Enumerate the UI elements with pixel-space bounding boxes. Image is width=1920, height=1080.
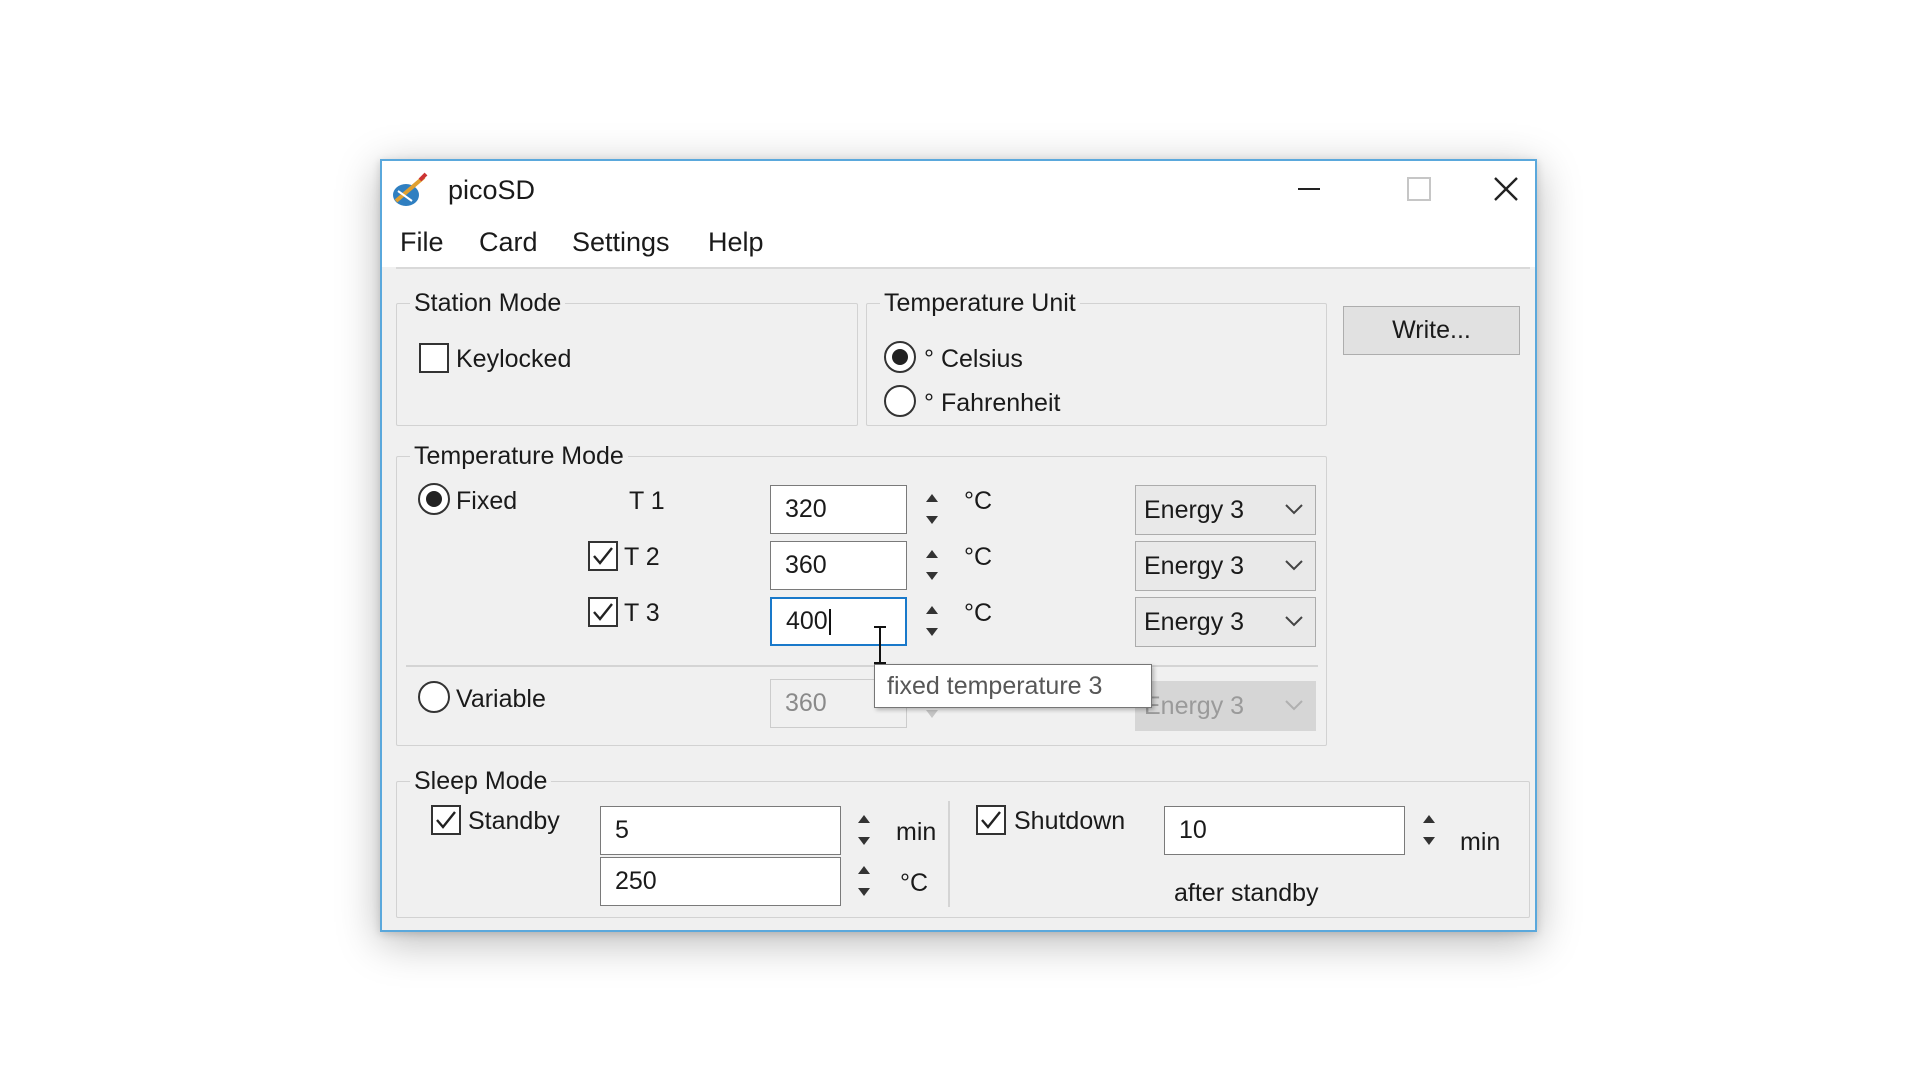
checkmark-icon: [436, 811, 456, 829]
t2-unit: °C: [964, 543, 993, 571]
spin-down-icon[interactable]: [847, 881, 881, 903]
spin-up-icon[interactable]: [915, 487, 949, 509]
after-standby-label: after standby: [1174, 879, 1319, 907]
spin-up-icon[interactable]: [1412, 808, 1446, 830]
t2-energy-select[interactable]: Energy 3: [1135, 541, 1316, 591]
write-button[interactable]: Write...: [1343, 306, 1520, 355]
keylocked-label: Keylocked: [456, 345, 572, 373]
station-mode-label: Station Mode: [410, 289, 566, 318]
picosd-window: picoSD File Card Settings Help Station M…: [380, 159, 1537, 932]
t2-checkbox[interactable]: [588, 541, 618, 571]
t3-energy-select[interactable]: Energy 3: [1135, 597, 1316, 647]
t3-energy-value: Energy 3: [1144, 607, 1245, 636]
close-icon: [1493, 177, 1518, 201]
spin-up-icon[interactable]: [915, 599, 949, 621]
mode-separator: [406, 665, 1318, 667]
t3-checkbox[interactable]: [588, 597, 618, 627]
checkmark-icon: [593, 603, 613, 621]
temperature-mode-label: Temperature Mode: [410, 442, 628, 471]
t1-label: T 1: [629, 487, 665, 515]
menu-settings[interactable]: Settings: [572, 227, 670, 258]
t3-temperature-value: 400: [786, 607, 828, 635]
menu-divider: [396, 267, 1530, 269]
t1-energy-select[interactable]: Energy 3: [1135, 485, 1316, 535]
app-icon: [390, 171, 430, 211]
menu-help[interactable]: Help: [708, 227, 764, 258]
spin-down-icon[interactable]: [847, 830, 881, 852]
shutdown-label: Shutdown: [1014, 807, 1126, 835]
celsius-label: ° Celsius: [924, 345, 1023, 373]
chevron-down-icon: [1285, 560, 1303, 571]
chevron-down-icon: [1285, 504, 1303, 515]
maximize-button[interactable]: [1364, 161, 1474, 217]
chevron-down-icon: [1285, 616, 1303, 627]
t2-energy-value: Energy 3: [1144, 551, 1245, 580]
standby-minutes-spinner[interactable]: [847, 808, 881, 852]
chevron-down-icon: [1285, 700, 1303, 711]
standby-checkbox[interactable]: [431, 805, 461, 835]
minimize-icon: [1298, 188, 1320, 190]
shutdown-minutes-spinner[interactable]: [1412, 808, 1446, 852]
fixed-label: Fixed: [456, 487, 518, 515]
variable-energy-value: Energy 3: [1144, 691, 1245, 720]
celsius-radio[interactable]: [884, 341, 916, 373]
t1-energy-value: Energy 3: [1144, 495, 1245, 524]
spin-up-icon[interactable]: [847, 808, 881, 830]
menu-file[interactable]: File: [400, 227, 444, 258]
spin-down-icon[interactable]: [915, 509, 949, 531]
tooltip: fixed temperature 3: [874, 664, 1152, 708]
spin-up-icon[interactable]: [847, 859, 881, 881]
text-caret: [828, 608, 831, 635]
shutdown-minutes-unit: min: [1460, 828, 1501, 856]
t2-label: T 2: [624, 543, 660, 571]
keylocked-checkbox[interactable]: [419, 343, 449, 373]
fixed-radio[interactable]: [418, 483, 450, 515]
ibeam-cursor-icon: [872, 626, 888, 671]
checkmark-icon: [593, 547, 613, 565]
standby-minutes-input[interactable]: 5: [600, 806, 841, 855]
shutdown-checkbox[interactable]: [976, 805, 1006, 835]
t1-unit: °C: [964, 487, 993, 515]
minimize-button[interactable]: [1254, 161, 1364, 217]
t3-unit: °C: [964, 599, 993, 627]
shutdown-minutes-input[interactable]: 10: [1164, 806, 1405, 855]
variable-label: Variable: [456, 685, 546, 713]
maximize-icon: [1407, 177, 1431, 201]
t1-temperature-input[interactable]: 320: [770, 485, 907, 534]
spin-down-icon[interactable]: [915, 621, 949, 643]
temperature-unit-label: Temperature Unit: [880, 289, 1080, 318]
t2-spinner[interactable]: [915, 543, 949, 587]
sleep-divider: [948, 801, 950, 907]
window-title: picoSD: [448, 175, 536, 205]
fahrenheit-radio[interactable]: [884, 385, 916, 417]
t2-temperature-input[interactable]: 360: [770, 541, 907, 590]
close-button[interactable]: [1474, 161, 1537, 217]
standby-temperature-input[interactable]: 250: [600, 857, 841, 906]
checkmark-icon: [981, 811, 1001, 829]
variable-radio[interactable]: [418, 681, 450, 713]
spin-down-icon[interactable]: [1412, 830, 1446, 852]
menu-bar: File Card Settings Help: [382, 217, 1535, 269]
standby-minutes-unit: min: [896, 818, 937, 846]
t1-spinner[interactable]: [915, 487, 949, 531]
menu-card[interactable]: Card: [479, 227, 538, 258]
standby-temperature-spinner[interactable]: [847, 859, 881, 903]
t3-spinner[interactable]: [915, 599, 949, 643]
variable-energy-select[interactable]: Energy 3: [1135, 681, 1316, 731]
title-bar[interactable]: picoSD: [382, 161, 1535, 217]
fahrenheit-label: ° Fahrenheit: [924, 389, 1061, 417]
spin-down-icon[interactable]: [915, 565, 949, 587]
sleep-mode-label: Sleep Mode: [410, 767, 552, 796]
t3-label: T 3: [624, 599, 660, 627]
spin-up-icon[interactable]: [915, 543, 949, 565]
standby-temperature-unit: °C: [900, 869, 929, 897]
standby-label: Standby: [468, 807, 560, 835]
